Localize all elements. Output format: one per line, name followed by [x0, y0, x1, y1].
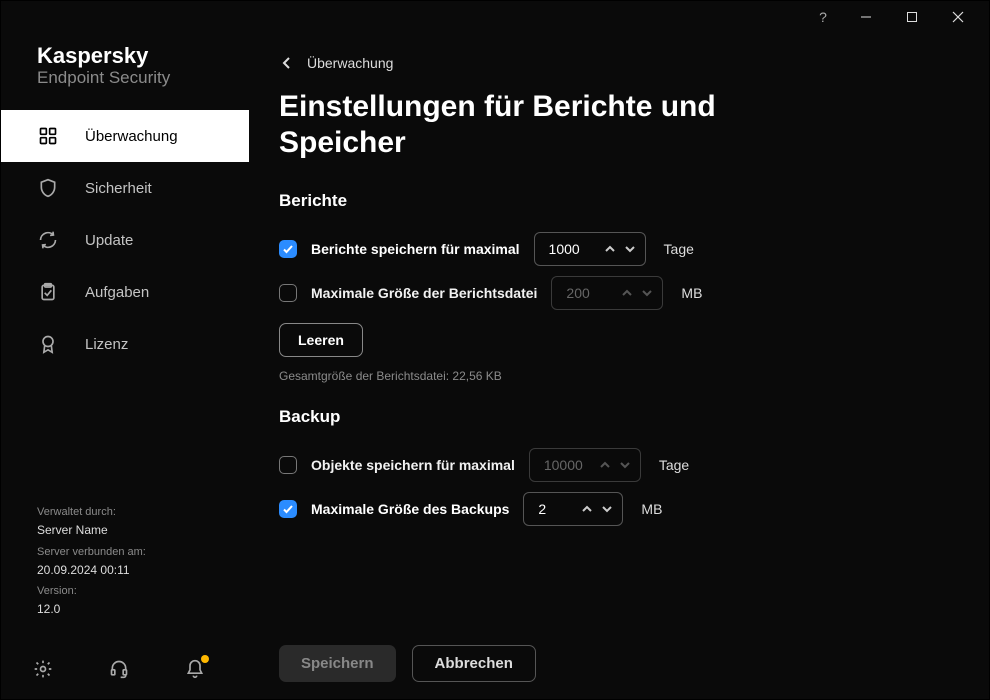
sidebar: Kaspersky Endpoint Security Überwachung …: [1, 37, 249, 699]
chevron-down-icon: [624, 243, 636, 255]
managed-by-label: Verwaltet durch:: [37, 504, 213, 521]
close-icon: [952, 11, 964, 23]
clear-reports-button[interactable]: Leeren: [279, 323, 363, 357]
cancel-button[interactable]: Abbrechen: [412, 645, 536, 682]
sidebar-footer: [1, 639, 249, 699]
sidebar-item-security[interactable]: Sicherheit: [1, 162, 249, 214]
sidebar-item-license[interactable]: Lizenz: [1, 318, 249, 370]
titlebar: ?: [1, 1, 989, 37]
step-down-button: [616, 454, 634, 476]
chevron-up-icon: [621, 287, 633, 299]
nav: Überwachung Sicherheit Update: [1, 110, 249, 370]
sidebar-item-label: Überwachung: [85, 128, 178, 145]
checkbox-backup-store[interactable]: [279, 456, 297, 474]
chevron-down-icon: [619, 459, 631, 471]
close-button[interactable]: [935, 1, 981, 33]
reports-heading: Berichte: [279, 191, 959, 211]
chevron-left-icon: [279, 55, 295, 71]
maximize-button[interactable]: [889, 1, 935, 33]
shield-icon: [37, 177, 59, 199]
brand-title: Kaspersky: [37, 43, 213, 69]
content: Berichte Berichte speichern für maximal …: [279, 185, 959, 619]
step-up-button: [618, 282, 636, 304]
chevron-down-icon: [641, 287, 653, 299]
chevron-up-icon: [599, 459, 611, 471]
sidebar-meta: Verwaltet durch: Server Name Server verb…: [1, 504, 249, 639]
step-down-button: [638, 282, 656, 304]
backup-store-label: Objekte speichern für maximal: [311, 457, 515, 473]
step-up-button: [596, 454, 614, 476]
checkbox-reports-store[interactable]: [279, 240, 297, 258]
footer: Speichern Abbrechen: [279, 619, 959, 699]
settings-button[interactable]: [31, 657, 55, 681]
stepper-reports-maxsize: [551, 276, 663, 310]
connected-value: 20.09.2024 00:11: [37, 561, 213, 580]
chevron-up-icon: [581, 503, 593, 515]
body: Kaspersky Endpoint Security Überwachung …: [1, 37, 989, 699]
brand-subtitle: Endpoint Security: [37, 68, 213, 88]
help-button[interactable]: ?: [803, 1, 843, 33]
row-backup-store: Objekte speichern für maximal Tage: [279, 445, 959, 485]
version-value: 12.0: [37, 600, 213, 619]
page-title: Einstellungen für Berichte und Speicher: [279, 89, 799, 161]
stepper-backup-maxsize[interactable]: [523, 492, 623, 526]
sidebar-item-label: Sicherheit: [85, 180, 152, 197]
check-icon: [282, 243, 294, 255]
step-up-button[interactable]: [601, 238, 619, 260]
stepper-reports-days[interactable]: [534, 232, 646, 266]
reports-total-size: Gesamtgröße der Berichtsdatei: 22,56 KB: [279, 369, 959, 383]
maximize-icon: [906, 11, 918, 23]
backup-maxsize-unit: MB: [641, 501, 662, 517]
reports-maxsize-label: Maximale Größe der Berichtsdatei: [311, 285, 537, 301]
save-button[interactable]: Speichern: [279, 645, 396, 682]
sidebar-item-update[interactable]: Update: [1, 214, 249, 266]
stepper-backup-days: [529, 448, 641, 482]
row-backup-maxsize: Maximale Größe des Backups MB: [279, 489, 959, 529]
badge-icon: [37, 333, 59, 355]
breadcrumb-label: Überwachung: [307, 55, 393, 71]
version-label: Version:: [37, 583, 213, 600]
row-reports-maxsize: Maximale Größe der Berichtsdatei MB: [279, 273, 959, 313]
refresh-icon: [37, 229, 59, 251]
chevron-down-icon: [601, 503, 613, 515]
app-window: ? Kaspersky Endpoint Security Überwachun…: [0, 0, 990, 700]
backup-heading: Backup: [279, 407, 959, 427]
checkbox-reports-maxsize[interactable]: [279, 284, 297, 302]
backup-maxsize-label: Maximale Größe des Backups: [311, 501, 509, 517]
reports-days-input[interactable]: [547, 240, 595, 258]
reports-days-unit: Tage: [664, 241, 694, 257]
reports-store-label: Berichte speichern für maximal: [311, 241, 520, 257]
support-button[interactable]: [107, 657, 131, 681]
main: Überwachung Einstellungen für Berichte u…: [249, 37, 989, 699]
sidebar-item-monitoring[interactable]: Überwachung: [1, 110, 249, 162]
dashboard-icon: [37, 125, 59, 147]
backup-maxsize-input[interactable]: [536, 500, 572, 518]
reports-maxsize-input: [564, 284, 612, 302]
step-up-button[interactable]: [578, 498, 596, 520]
chevron-up-icon: [604, 243, 616, 255]
step-down-button[interactable]: [621, 238, 639, 260]
row-reports-store: Berichte speichern für maximal Tage: [279, 229, 959, 269]
minimize-button[interactable]: [843, 1, 889, 33]
step-down-button[interactable]: [598, 498, 616, 520]
notifications-button[interactable]: [183, 657, 207, 681]
clipboard-icon: [37, 281, 59, 303]
brand: Kaspersky Endpoint Security: [1, 37, 249, 110]
managed-by-value: Server Name: [37, 521, 213, 540]
connected-label: Server verbunden am:: [37, 544, 213, 561]
sidebar-item-tasks[interactable]: Aufgaben: [1, 266, 249, 318]
checkbox-backup-maxsize[interactable]: [279, 500, 297, 518]
notification-dot-icon: [201, 655, 209, 663]
backup-days-unit: Tage: [659, 457, 689, 473]
breadcrumb[interactable]: Überwachung: [279, 47, 959, 79]
check-icon: [282, 503, 294, 515]
minimize-icon: [860, 11, 872, 23]
gear-icon: [33, 659, 53, 679]
sidebar-item-label: Update: [85, 232, 133, 249]
backup-days-input: [542, 456, 590, 474]
headset-icon: [109, 659, 129, 679]
sidebar-item-label: Lizenz: [85, 336, 128, 353]
reports-maxsize-unit: MB: [681, 285, 702, 301]
sidebar-item-label: Aufgaben: [85, 284, 149, 301]
